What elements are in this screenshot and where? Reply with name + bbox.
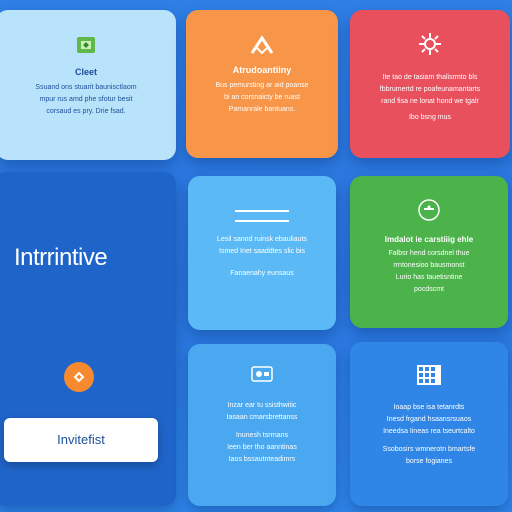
card-2-heading: Atrudoantiiny	[232, 65, 292, 75]
arrow-chevron-icon	[249, 34, 275, 56]
card-7-text-line: Iaos bssautnteadimrs	[228, 456, 296, 463]
feature-card-7[interactable]: Inzar ear tu ssisthwitic Iasaan cmarsbre…	[188, 344, 336, 506]
card-6-text-line: Lurio has tauetisntine	[395, 274, 463, 281]
card-5-text-line: Fanaenahy eunsaus	[230, 270, 294, 277]
grid-calendar-icon	[416, 364, 442, 386]
feature-card-5[interactable]: Lesil sannd ruinsk ebauliauts Ismed Inet…	[188, 176, 336, 330]
card-8-text-line: Ioaap bse isa tetanrdts	[393, 404, 465, 411]
card-8-text-line: Inesd frgand hsaansrsuaos	[386, 416, 472, 423]
feature-card-2[interactable]: Atrudoantiiny Bus pemursting ar aid poan…	[186, 10, 338, 158]
card-7-text-line: Ieen ber tho aanntinas	[227, 444, 297, 451]
card-8-text-line: Ssobosirs wmnerotn bmartsfe	[382, 446, 476, 453]
card-2-text-line: Bus pemursting ar aid poanse	[215, 82, 309, 89]
feature-card-6[interactable]: Imdalot ie carstiiig ehle Falbsr hend co…	[350, 176, 508, 328]
card-1-text-line: corsaud es pry. Drie fsad.	[46, 108, 126, 115]
hero-title: Intrrintive	[14, 244, 108, 271]
card-3-text-line: Ite tao de tasiam thalisrmto bls	[382, 74, 478, 81]
card-3-text-line: fbbrumertd re poafeunamantarts	[379, 86, 481, 93]
card-6-text-line: pocdscmt	[414, 286, 444, 293]
menu-lines-icon	[235, 210, 289, 222]
feature-card-1[interactable]: Cleet Ssuand ons stuarit baunisctlaom mp…	[0, 10, 176, 160]
card-wallet-icon	[250, 364, 274, 384]
card-7-text-line: Inzar ear tu ssisthwitic	[227, 402, 297, 409]
gear-burst-icon	[418, 32, 442, 56]
card-1-text-line: Ssuand ons stuarit baunisctlaom	[35, 84, 137, 91]
card-5-text-line: Ismed Inet saaddtes slic bis	[219, 248, 305, 255]
card-1-heading: Cleet	[74, 67, 97, 77]
square-logo-icon	[76, 36, 96, 54]
card-6-heading: Imdalot ie carstiiig ehle	[384, 235, 474, 244]
card-3-text-line: rand fisa ne lonat hond we tgalr	[381, 98, 479, 105]
hero-card: Intrrintive Invitefist	[0, 172, 176, 506]
invite-button[interactable]: Invitefist	[4, 418, 158, 462]
card-2-text-line: Pamanrale bantuans.	[228, 106, 296, 113]
card-6-text-line: rrntonesioo bausmonst	[393, 262, 465, 269]
card-8-text-line: borse fogianes	[406, 458, 452, 465]
circle-target-icon	[417, 198, 441, 222]
feature-card-3[interactable]: Ite tao de tasiam thalisrmto bls fbbrume…	[350, 10, 510, 158]
card-7-text-line: Inunesh tsrrnans	[235, 432, 289, 439]
card-8-text-line: Ineedsa Iineas rea tseurtcalto	[383, 428, 475, 435]
card-3-text-line: Ibo bsng mus	[408, 114, 452, 121]
chevron-badge-icon	[64, 362, 94, 392]
card-1-text-line: mpur rus amd phe sfotur besit	[39, 96, 133, 103]
card-2-text-line: bi an corsnaicty be ruast	[224, 94, 300, 101]
feature-card-8[interactable]: Ioaap bse isa tetanrdts Inesd frgand hsa…	[350, 342, 508, 506]
card-5-text-line: Lesil sannd ruinsk ebauliauts	[217, 236, 307, 243]
card-6-text-line: Falbsr hend corsdnel thue	[388, 250, 470, 257]
card-7-text-line: Iasaan cmarsbrettanss	[226, 414, 298, 421]
